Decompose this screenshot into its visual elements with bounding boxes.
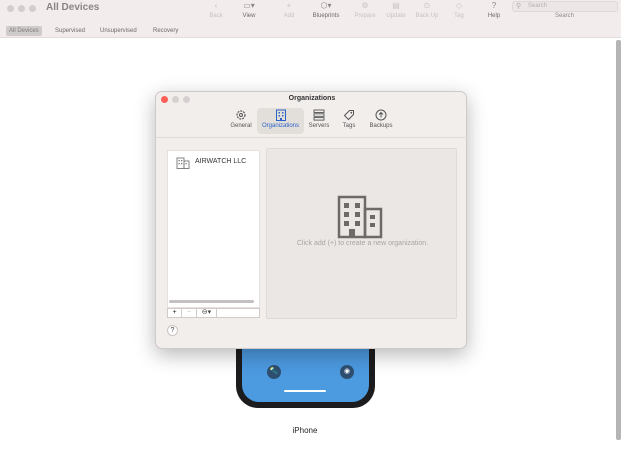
tab-servers-label: Servers <box>308 123 330 129</box>
toolbar-backup-label: Back Up <box>415 13 439 19</box>
servers-icon <box>306 108 332 122</box>
filter-supervised[interactable]: Supervised <box>52 26 88 36</box>
filter-bar: All Devices Supervised Unsupervised Reco… <box>0 24 621 38</box>
camera-icon: ◉ <box>340 365 354 379</box>
toolbar-backup-button[interactable]: ⊙ Back Up <box>409 0 445 24</box>
search-icon: ⚲ <box>516 3 522 10</box>
list-horizontal-scrollbar[interactable] <box>169 300 254 303</box>
organization-name: AIRWATCH LLC <box>195 158 247 165</box>
filter-recovery[interactable]: Recovery <box>150 26 181 36</box>
blueprints-icon: ⬡▾ <box>320 1 332 10</box>
filter-all-devices[interactable]: All Devices <box>6 26 42 36</box>
vertical-scrollbar[interactable] <box>616 40 621 440</box>
window-title: All Devices <box>46 2 100 13</box>
close-window-button[interactable] <box>7 5 14 12</box>
backup-icon: ⊙ <box>423 1 431 10</box>
tab-organizations[interactable]: Organizations <box>257 108 304 134</box>
help-icon: ? <box>491 1 497 10</box>
toolbar-help-button[interactable]: ? Help <box>476 0 512 24</box>
toolbar-add-button[interactable]: + Add <box>271 0 307 24</box>
building-icon <box>176 156 190 174</box>
more-options-button[interactable]: ⊖▾ <box>197 309 217 317</box>
view-icon: ▭▾ <box>243 1 255 10</box>
back-icon: ‹ <box>214 1 218 10</box>
tab-general-label: General <box>230 123 252 129</box>
remove-organization-button[interactable]: − <box>182 309 197 317</box>
list-button-bar: + − ⊖▾ <box>167 308 260 318</box>
zoom-window-button[interactable] <box>29 5 36 12</box>
window-toolbar: All Devices ‹ Back ▭▾ View + Add ⬡▾ Blue… <box>0 0 621 24</box>
toolbar-add-label: Add <box>283 13 295 19</box>
device-name-label: iPhone <box>292 426 318 435</box>
toolbar-tag-label: Tag <box>454 13 464 19</box>
settings-tab-bar: General Organizations Servers Tags Backu… <box>156 106 468 138</box>
toolbar-blueprints-button[interactable]: ⬡▾ Blueprints <box>308 0 344 24</box>
home-indicator <box>284 390 326 392</box>
building-icon <box>337 195 385 244</box>
tab-backups[interactable]: Backups <box>366 108 396 134</box>
tab-general[interactable]: General <box>226 108 256 134</box>
tab-tags[interactable]: Tags <box>339 108 359 134</box>
toolbar-view-button[interactable]: ▭▾ View <box>231 0 267 24</box>
tab-organizations-label: Organizations <box>261 123 300 129</box>
tag-icon: ◇ <box>455 1 463 10</box>
list-item[interactable]: AIRWATCH LLC <box>174 154 258 170</box>
search-placeholder: Search <box>528 3 548 9</box>
tag-icon <box>339 108 359 122</box>
device-tile-iphone[interactable]: 🔦 ◉ <box>236 340 375 408</box>
toolbar-blueprints-label: Blueprints <box>312 13 340 19</box>
help-button[interactable]: ? <box>167 325 178 336</box>
add-icon: + <box>286 1 292 10</box>
toolbar-back-button[interactable]: ‹ Back <box>198 0 234 24</box>
search-label: Search <box>555 13 575 19</box>
add-organization-button[interactable]: + <box>168 309 182 317</box>
toolbar-tag-button[interactable]: ◇ Tag <box>441 0 477 24</box>
tab-backups-label: Backups <box>369 123 393 129</box>
device-screen: 🔦 ◉ <box>242 340 369 402</box>
organization-list[interactable]: AIRWATCH LLC <box>167 150 260 308</box>
dialog-title: Organizations <box>288 95 336 102</box>
toolbar-view-label: View <box>242 13 256 19</box>
tab-tags-label: Tags <box>342 123 356 129</box>
backup-icon <box>366 108 396 122</box>
organizations-settings-window: Organizations General Organizations Serv… <box>155 91 468 349</box>
search-input[interactable]: ⚲ Search <box>512 1 618 12</box>
filter-unsupervised[interactable]: Unsupervised <box>97 26 140 36</box>
tab-servers[interactable]: Servers <box>306 108 332 134</box>
flashlight-icon: 🔦 <box>267 365 281 379</box>
minimize-window-button[interactable] <box>18 5 25 12</box>
building-icon <box>257 108 304 122</box>
gear-icon <box>226 108 256 122</box>
toolbar-back-label: Back <box>209 13 223 19</box>
toolbar-help-label: Help <box>487 13 501 19</box>
organization-detail-panel: Click add (+) to create a new organizati… <box>266 148 457 319</box>
empty-state-message: Click add (+) to create a new organizati… <box>296 240 429 247</box>
